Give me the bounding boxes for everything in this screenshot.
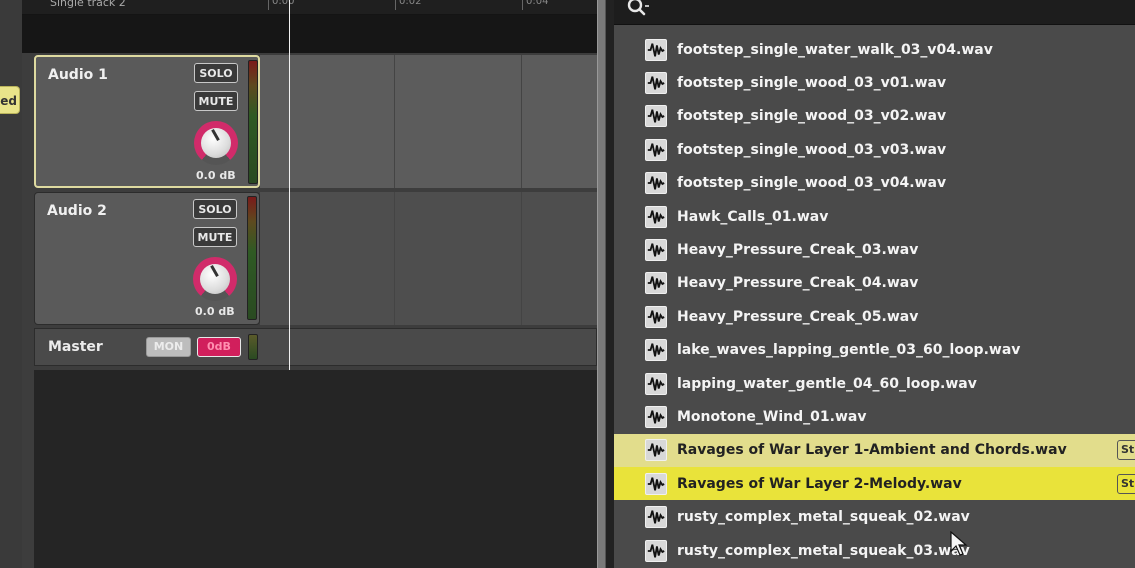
- audio-file-icon: [645, 105, 667, 128]
- master-track[interactable]: Master MON 0dB: [34, 328, 597, 366]
- monitor-button[interactable]: MON: [146, 337, 191, 357]
- mute-button[interactable]: MUTE: [194, 91, 238, 111]
- file-name: Ravages of War Layer 1-Ambient and Chord…: [677, 442, 1067, 459]
- file-name: footstep_single_wood_03_v03.wav: [677, 141, 947, 158]
- file-row[interactable]: footstep_single_water_walk_03_v04.wav: [614, 33, 1135, 66]
- file-list: footstep_single_water_walk_03_v04.wavfoo…: [614, 33, 1135, 567]
- ruler-tick: 0:00: [268, 0, 294, 10]
- track-lane-audio-1[interactable]: [260, 55, 597, 188]
- audio-file-icon: [645, 272, 667, 295]
- volume-readout: 0.0 dB: [196, 169, 236, 182]
- audio-file-icon: [645, 439, 667, 462]
- audio-file-icon: [645, 72, 667, 95]
- search-bar[interactable]: [614, 0, 1135, 25]
- master-volume-button[interactable]: 0dB: [197, 337, 241, 357]
- file-name: Monotone_Wind_01.wav: [677, 408, 867, 425]
- audio-file-icon: [645, 339, 667, 362]
- file-row[interactable]: rusty_complex_metal_squeak_02.wav: [614, 500, 1135, 533]
- volume-readout: 0.0 dB: [195, 305, 235, 318]
- file-row[interactable]: lapping_water_gentle_04_60_loop.wav: [614, 367, 1135, 400]
- file-name: rusty_complex_metal_squeak_03.wav: [677, 542, 970, 559]
- audio-file-icon: [645, 405, 667, 428]
- ruler-tick: 0:02: [395, 0, 421, 10]
- playhead[interactable]: [289, 0, 290, 370]
- volume-knob[interactable]: [194, 121, 238, 165]
- file-name: lapping_water_gentle_04_60_loop.wav: [677, 375, 977, 392]
- level-meter: [248, 60, 258, 184]
- search-icon[interactable]: [626, 0, 650, 20]
- mute-button[interactable]: MUTE: [193, 227, 237, 247]
- file-name: Heavy_Pressure_Creak_03.wav: [677, 242, 919, 259]
- arranger-empty-area[interactable]: [34, 370, 597, 568]
- file-name: footstep_single_water_walk_03_v04.wav: [677, 41, 993, 58]
- arranger-panel: Single track 2 0:00 0:02 0:04 Audio 1 SO…: [22, 0, 597, 568]
- file-row[interactable]: lake_waves_lapping_gentle_03_60_loop.wav: [614, 334, 1135, 367]
- file-name: Hawk_Calls_01.wav: [677, 208, 829, 225]
- audio-file-icon: [645, 138, 667, 161]
- audio-file-icon: [645, 472, 667, 495]
- level-meter: [247, 196, 257, 320]
- file-name: rusty_complex_metal_squeak_02.wav: [677, 509, 970, 526]
- audio-file-icon: [645, 239, 667, 262]
- track-header-audio-2[interactable]: Audio 2 SOLO MUTE 0.0 dB: [34, 192, 260, 325]
- mouse-cursor-icon: [950, 531, 968, 556]
- track-name: Audio 1: [48, 67, 108, 83]
- audio-file-icon: [645, 38, 667, 61]
- solo-button[interactable]: SOLO: [193, 199, 237, 219]
- file-row[interactable]: Monotone_Wind_01.wav: [614, 400, 1135, 433]
- ruler-label: Single track 2: [50, 0, 126, 9]
- audio-file-icon: [645, 172, 667, 195]
- master-level-meter: [248, 334, 258, 360]
- file-name: footstep_single_wood_03_v04.wav: [677, 175, 947, 192]
- file-row[interactable]: Ravages of War Layer 1-Ambient and Chord…: [614, 433, 1135, 468]
- ruler-tick: 0:04: [522, 0, 548, 10]
- file-name: footstep_single_wood_03_v02.wav: [677, 108, 947, 125]
- file-name: footstep_single_wood_03_v01.wav: [677, 75, 947, 92]
- timeline-ruler[interactable]: Single track 2 0:00 0:02 0:04: [22, 0, 597, 15]
- file-row[interactable]: Heavy_Pressure_Creak_03.wav: [614, 233, 1135, 266]
- file-name: Heavy_Pressure_Creak_04.wav: [677, 275, 919, 292]
- audio-file-icon: [645, 305, 667, 328]
- file-row[interactable]: footstep_single_wood_03_v04.wav: [614, 167, 1135, 200]
- file-row[interactable]: Heavy_Pressure_Creak_04.wav: [614, 267, 1135, 300]
- file-row[interactable]: footstep_single_wood_03_v01.wav: [614, 66, 1135, 99]
- file-row[interactable]: rusty_complex_metal_squeak_03.wav: [614, 534, 1135, 567]
- solo-button[interactable]: SOLO: [194, 63, 238, 83]
- file-row[interactable]: footstep_single_wood_03_v03.wav: [614, 133, 1135, 166]
- master-label: Master: [48, 339, 103, 355]
- panel-gap: [606, 0, 614, 568]
- audio-file-icon: [645, 205, 667, 228]
- file-row[interactable]: Heavy_Pressure_Creak_05.wav: [614, 300, 1135, 333]
- file-row[interactable]: Ravages of War Layer 2-Melody.wav St: [614, 467, 1135, 501]
- track-header-audio-1[interactable]: Audio 1 SOLO MUTE 0.0 dB: [34, 55, 260, 188]
- audio-file-icon: [645, 372, 667, 395]
- file-browser: footstep_single_water_walk_03_v04.wavfoo…: [614, 0, 1135, 568]
- file-name: Heavy_Pressure_Creak_05.wav: [677, 308, 919, 325]
- file-name: lake_waves_lapping_gentle_03_60_loop.wav: [677, 342, 1021, 359]
- file-row[interactable]: footstep_single_wood_03_v02.wav: [614, 100, 1135, 133]
- file-row[interactable]: Hawk_Calls_01.wav: [614, 200, 1135, 233]
- left-panel-tab[interactable]: ed: [0, 86, 20, 114]
- track-name: Audio 2: [47, 203, 107, 219]
- audio-file-icon: [645, 506, 667, 529]
- file-name: Ravages of War Layer 2-Melody.wav: [677, 475, 962, 492]
- file-badge[interactable]: St: [1117, 440, 1135, 461]
- file-badge[interactable]: St: [1117, 473, 1135, 494]
- track-lane-audio-2[interactable]: [260, 192, 597, 325]
- panel-splitter[interactable]: [597, 0, 606, 568]
- volume-knob[interactable]: [193, 257, 237, 301]
- arranger-header-band: [22, 15, 597, 53]
- audio-file-icon: [645, 539, 667, 562]
